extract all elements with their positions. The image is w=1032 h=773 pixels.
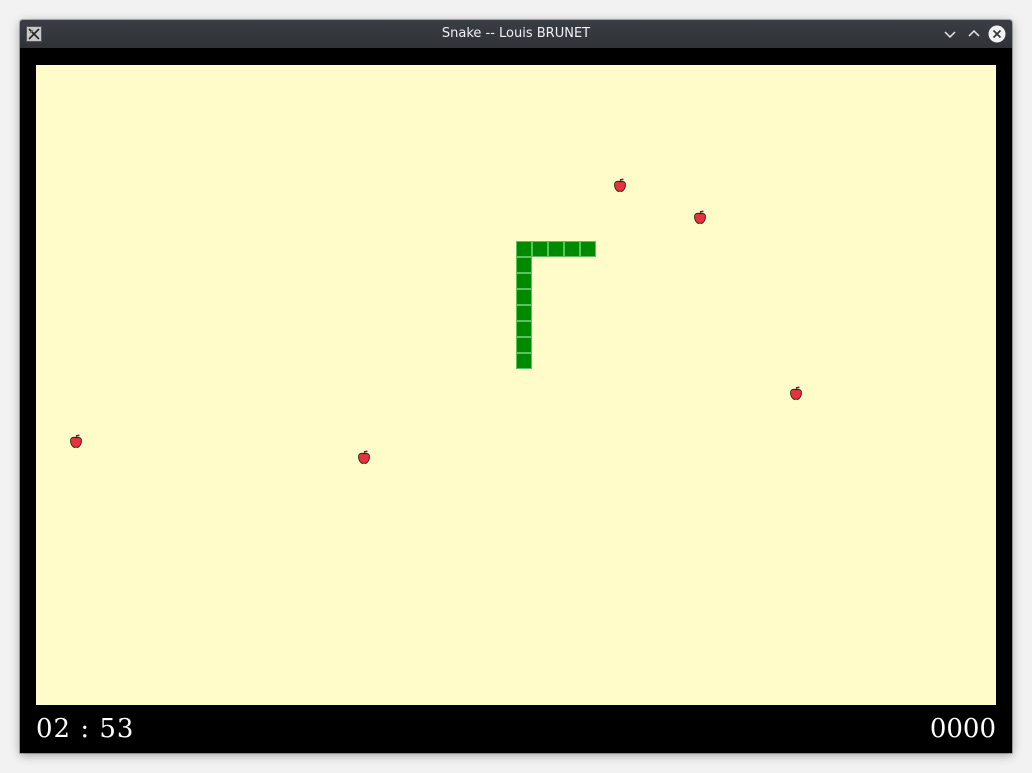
snake-segment [516,337,532,353]
snake-segment [516,305,532,321]
snake-segment [516,257,532,273]
countdown-timer: 02 : 53 [36,714,134,744]
apple-icon [356,449,372,465]
snake-segment [580,241,596,257]
snake-segment [516,241,532,257]
game-window: Snake -- Louis BRUNET 02 : 53 0000 [20,20,1012,753]
snake-segment [516,321,532,337]
snake-segment [516,353,532,369]
maximize-chevron-up-icon[interactable] [965,25,983,43]
timer-minutes: 02 [36,714,72,744]
snake-segment [516,289,532,305]
close-x-icon[interactable] [988,25,1006,43]
score-counter: 0000 [929,714,996,744]
title-bar[interactable]: Snake -- Louis BRUNET [20,20,1012,48]
snake-segment [532,241,548,257]
snake-segment [516,273,532,289]
timer-separator: : [80,714,91,744]
apple-icon [68,433,84,449]
snake-segment [564,241,580,257]
window-title: Snake -- Louis BRUNET [441,26,591,41]
timer-seconds: 53 [99,714,135,744]
apple-icon [788,385,804,401]
apple-icon [692,209,708,225]
minimize-chevron-down-icon[interactable] [941,25,959,43]
apple-icon [612,177,628,193]
status-bar: 02 : 53 0000 [20,705,1012,753]
game-board[interactable] [36,65,996,705]
snake-segment [548,241,564,257]
